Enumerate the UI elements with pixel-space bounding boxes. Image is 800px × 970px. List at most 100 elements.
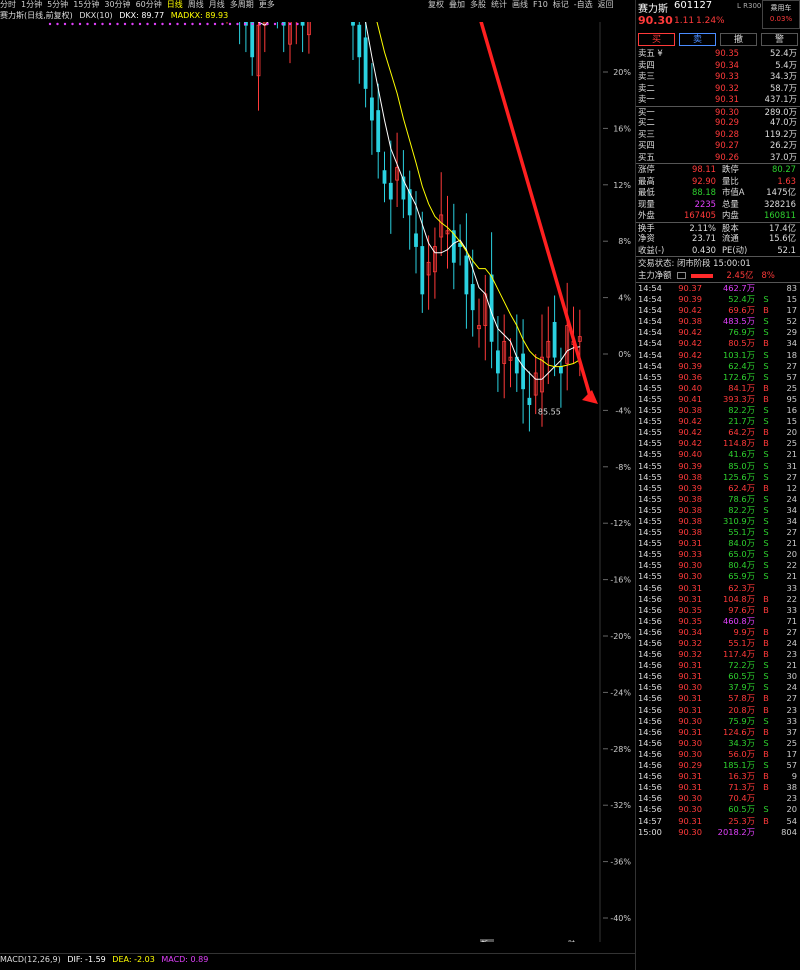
finance-marker[interactable]: 财 — [568, 939, 575, 948]
bid-row-3-price: 90.27 — [715, 140, 739, 150]
tick-side: S — [763, 504, 769, 515]
tick-price: 90.33 — [678, 549, 702, 560]
y-tick-label: -8% — [615, 463, 631, 472]
period-4[interactable]: 30分钟 — [104, 0, 130, 10]
tick-time: 14:56 — [638, 793, 662, 804]
tool-1[interactable]: 叠加 — [449, 0, 465, 10]
ask-row-0[interactable]: 卖五 ¥ 90.35 52.4万 — [636, 48, 800, 60]
tick-side: S — [763, 671, 769, 682]
tool-2[interactable]: 多股 — [470, 0, 486, 10]
signal-dot — [183, 22, 187, 26]
tick-time: 14:56 — [638, 649, 662, 660]
cancel-button[interactable]: 撤 — [720, 33, 757, 46]
tick-price: 90.42 — [678, 327, 702, 338]
tick-volume: 20.8万 — [728, 704, 755, 715]
indicator-infobar: 赛力斯(日线,前复权) DKX(10) DKX: 89.77 MADKX: 89… — [0, 10, 600, 22]
stat-label: 跌停 — [722, 164, 739, 174]
tick-count: 16 — [786, 405, 797, 416]
tool-3[interactable]: 统计 — [491, 0, 507, 10]
signal-dot — [86, 22, 89, 26]
tick-row: 14:55 90.33 65.0万 S 20 — [636, 549, 800, 560]
period-6[interactable]: 日线 — [167, 0, 183, 10]
stat-row-4: 外盘 167405 内盘 160811 — [636, 210, 800, 222]
period-10[interactable]: 更多 — [259, 0, 275, 10]
period-1[interactable]: 1分钟 — [21, 0, 42, 10]
tick-row: 14:56 90.30 34.3万 S 25 — [636, 738, 800, 749]
tick-time: 14:56 — [638, 671, 662, 682]
kline-chart[interactable]: 20% 16% 12% 8% 4% 0% -4% -8% -12% -16% -20% -24% -28… — [0, 0, 635, 948]
alert-button[interactable]: 警 — [761, 33, 798, 46]
period-0[interactable]: 分时 — [0, 0, 16, 10]
bid-row-2[interactable]: 买三 90.28 119.2万 — [636, 129, 800, 141]
tick-side — [755, 583, 777, 594]
tick-time: 14:56 — [638, 715, 662, 726]
tool-7[interactable]: -自选 — [574, 0, 593, 10]
bid-row-4[interactable]: 买五 90.26 37.0万 — [636, 152, 800, 164]
tick-row: 14:55 90.39 85.0万 S 31 — [636, 461, 800, 472]
ask-row-2[interactable]: 卖三 90.33 34.3万 — [636, 71, 800, 83]
period-3[interactable]: 15分钟 — [73, 0, 99, 10]
stat-value: 92.90 — [692, 175, 716, 186]
tick-volume: 483.5万 — [722, 316, 755, 327]
tick-row: 14:56 90.35 97.6万 B 33 — [636, 605, 800, 616]
ask-row-1[interactable]: 卖四 90.34 5.4万 — [636, 60, 800, 72]
tick-volume: 393.3万 — [722, 393, 755, 404]
tick-count: 25 — [786, 438, 797, 449]
tick-list[interactable]: 14:54 90.37 462.7万 83 14:54 90.39 52.4万 S 15 14:5… — [636, 282, 800, 838]
tick-side: B — [763, 638, 769, 648]
sell-button[interactable]: 卖 — [679, 33, 716, 46]
macd-label[interactable]: MACD(12,26,9) — [0, 955, 61, 964]
tool-4[interactable]: 画线 — [512, 0, 528, 10]
sector-box[interactable]: 乘用车 0.03% — [762, 0, 800, 29]
tool-8[interactable]: 返回 — [598, 0, 614, 10]
dkx-label[interactable]: DKX(10) — [79, 11, 112, 20]
tick-count: 34 — [786, 504, 797, 515]
tick-side — [755, 616, 777, 627]
bid-row-3-volume: 26.2万 — [769, 140, 797, 150]
tick-side: S — [763, 660, 769, 671]
ask-row-0-volume: 52.4万 — [769, 48, 797, 58]
tick-count: 27 — [786, 626, 797, 637]
bid-row-1[interactable]: 买二 90.29 47.0万 — [636, 117, 800, 129]
signal-dot — [296, 22, 299, 26]
ask-row-4[interactable]: 卖一 90.31 437.1万 — [636, 94, 800, 106]
trend-arrow — [472, 0, 592, 397]
flow-value: 2.45亿 — [726, 270, 754, 280]
period-8[interactable]: 月线 — [209, 0, 225, 10]
tick-volume: 21.7万 — [728, 416, 755, 427]
period-7[interactable]: 周线 — [188, 0, 204, 10]
tick-price: 90.38 — [678, 471, 702, 482]
bid-row-2-label: 买三 — [638, 128, 655, 139]
tick-volume: 125.6万 — [722, 471, 755, 482]
tick-volume: 104.8万 — [722, 593, 755, 604]
ask-row-2-volume: 34.3万 — [769, 71, 797, 81]
tick-row: 14:56 90.30 60.5万 S 20 — [636, 804, 800, 815]
kline-svg: 20% 16% 12% 8% 4% 0% -4% -8% -12% -16% -20% -24% -28… — [48, 0, 631, 948]
stat-value: 160811 — [764, 210, 796, 220]
buy-button[interactable]: 买 — [638, 33, 675, 46]
tick-row: 14:56 90.31 72.2万 S 21 — [636, 660, 800, 671]
tick-price: 90.32 — [678, 649, 702, 660]
stat-label: 市值A — [722, 187, 745, 197]
ask-row-3[interactable]: 卖二 90.32 58.7万 — [636, 83, 800, 95]
period-2[interactable]: 5分钟 — [47, 0, 68, 10]
tick-price: 90.32 — [678, 638, 702, 648]
tool-6[interactable]: 标记 — [553, 0, 569, 10]
tick-time: 14:55 — [638, 382, 662, 393]
tick-side: B — [763, 649, 769, 660]
period-5[interactable]: 60分钟 — [136, 0, 162, 10]
tool-5[interactable]: F10 — [533, 0, 548, 10]
tick-count: 54 — [786, 815, 797, 826]
bid-row-0[interactable]: 买一 90.30 289.0万 — [636, 105, 800, 118]
tick-volume: 55.1万 — [728, 527, 755, 538]
bid-row-3[interactable]: 买四 90.27 26.2万 — [636, 140, 800, 152]
bid-row-4-price: 90.26 — [715, 151, 739, 162]
tick-side: B — [763, 382, 769, 393]
tick-side: S — [763, 571, 769, 582]
tick-volume: 62.4万 — [728, 482, 755, 493]
tool-0[interactable]: 复权 — [428, 0, 444, 10]
period-9[interactable]: 多周期 — [230, 0, 254, 10]
candle-body — [300, 0, 305, 26]
quote-header: 赛力斯 601127 L R300 90.30 1.11 1.24% 乘用车 0… — [636, 0, 800, 30]
tick-side: B — [763, 604, 769, 615]
